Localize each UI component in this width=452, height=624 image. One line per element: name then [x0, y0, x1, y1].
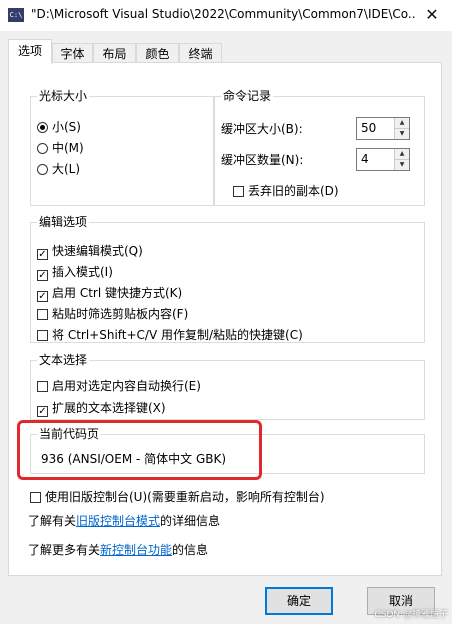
quick-edit-label: 快速编辑模式(Q): [52, 244, 143, 258]
options-panel: 光标大小 小(S) 中(M) 大(L) 命令记录 缓冲区大小(B): 50 ▲ ▼…: [8, 62, 442, 576]
extended-selection-label: 扩展的文本选择键(X): [52, 401, 166, 415]
buffer-count-value[interactable]: 4: [361, 152, 369, 166]
watermark: CSDN @神雅悟子: [374, 610, 448, 620]
ctrl-shift-cv-label: 将 Ctrl+Shift+C/V 用作复制/粘贴的快捷键(C): [52, 328, 303, 342]
console-app-icon: C:\: [8, 8, 24, 22]
new-features-link[interactable]: 新控制台功能: [100, 543, 172, 557]
legacy-info-prefix: 了解有关: [28, 514, 77, 528]
legacy-info-suffix: 的详细信息: [160, 514, 221, 528]
radio-medium-label: 中(M): [52, 141, 84, 155]
discard-duplicates-label: 丢弃旧的副本(D): [248, 184, 339, 198]
edit-options-legend: 编辑选项: [37, 215, 90, 229]
radio-medium-indicator[interactable]: [37, 143, 48, 154]
checkbox-unchecked-icon[interactable]: [233, 186, 244, 197]
checkbox-checked-icon[interactable]: ✓: [37, 291, 48, 302]
spin-up-icon[interactable]: ▲: [395, 149, 409, 159]
checkbox-checked-icon[interactable]: ✓: [37, 270, 48, 281]
buffer-size-value[interactable]: 50: [361, 121, 376, 135]
radio-small-label: 小(S): [52, 120, 81, 134]
checkbox-unchecked-icon[interactable]: [37, 330, 48, 341]
radio-medium[interactable]: 中(M): [37, 140, 84, 156]
buffer-count-label: 缓冲区数量(N):: [221, 153, 304, 167]
spin-up-icon[interactable]: ▲: [395, 118, 409, 128]
text-selection-group: 文本选择 启用对选定内容自动换行(E) ✓ 扩展的文本选择键(X): [30, 353, 425, 420]
checkbox-checked-icon[interactable]: ✓: [37, 249, 48, 260]
new-features-prefix: 了解更多有关: [28, 543, 101, 557]
legacy-info-text: 了解有关旧版控制台模式的详细信息: [28, 513, 220, 529]
radio-large-label: 大(L): [52, 162, 81, 176]
buffer-count-stepper[interactable]: 4 ▲ ▼: [356, 148, 410, 171]
insert-mode-checkbox[interactable]: ✓ 插入模式(I): [37, 264, 113, 281]
line-wrap-label: 启用对选定内容自动换行(E): [52, 379, 201, 393]
buffer-size-label: 缓冲区大小(B):: [221, 122, 303, 136]
legacy-console-label: 使用旧版控制台(U)(需要重新启动，影响所有控制台): [45, 490, 325, 504]
legacy-console-checkbox[interactable]: 使用旧版控制台(U)(需要重新启动，影响所有控制台): [30, 489, 325, 505]
discard-duplicates-checkbox[interactable]: 丢弃旧的副本(D): [233, 183, 339, 199]
line-wrap-checkbox[interactable]: 启用对选定内容自动换行(E): [37, 378, 201, 394]
tab-options[interactable]: 选项: [8, 39, 52, 64]
spin-down-icon[interactable]: ▼: [395, 128, 409, 139]
tab-colors[interactable]: 颜色: [136, 43, 179, 63]
legacy-mode-link[interactable]: 旧版控制台模式: [76, 514, 160, 528]
extended-selection-checkbox[interactable]: ✓ 扩展的文本选择键(X): [37, 400, 166, 417]
edit-options-group: 编辑选项 ✓ 快速编辑模式(Q) ✓ 插入模式(I) ✓ 启用 Ctrl 键快捷方式(…: [30, 215, 425, 343]
quick-edit-checkbox[interactable]: ✓ 快速编辑模式(Q): [37, 243, 143, 260]
new-features-info-text: 了解更多有关新控制台功能的信息: [28, 542, 208, 558]
text-selection-legend: 文本选择: [37, 353, 90, 367]
ok-button[interactable]: 确定: [265, 587, 333, 615]
filter-clipboard-checkbox[interactable]: 粘贴时筛选剪贴板内容(F): [37, 306, 188, 322]
command-history-group: 命令记录 缓冲区大小(B): 50 ▲ ▼ 缓冲区数量(N): 4 ▲ ▼ 丢弃旧的…: [214, 89, 425, 206]
checkbox-checked-icon[interactable]: ✓: [37, 406, 48, 417]
checkbox-unchecked-icon[interactable]: [37, 309, 48, 320]
radio-large-indicator[interactable]: [37, 164, 48, 175]
ctrl-shortcuts-label: 启用 Ctrl 键快捷方式(K): [52, 286, 183, 300]
filter-clipboard-label: 粘贴时筛选剪贴板内容(F): [52, 307, 189, 321]
radio-large[interactable]: 大(L): [37, 161, 80, 177]
title-bar: C:\ "D:\Microsoft Visual Studio\2022\Com…: [0, 0, 452, 31]
new-features-suffix: 的信息: [172, 543, 209, 557]
radio-small[interactable]: 小(S): [37, 119, 81, 135]
buffer-size-stepper[interactable]: 50 ▲ ▼: [356, 117, 410, 140]
window-title: "D:\Microsoft Visual Studio\2022\Communi…: [31, 7, 416, 21]
cursor-size-group: 光标大小 小(S) 中(M) 大(L): [30, 89, 214, 206]
ctrl-shortcuts-checkbox[interactable]: ✓ 启用 Ctrl 键快捷方式(K): [37, 285, 182, 302]
command-history-legend: 命令记录: [221, 89, 274, 103]
radio-small-indicator[interactable]: [37, 122, 48, 133]
checkbox-unchecked-icon[interactable]: [30, 492, 41, 503]
highlight-box: [17, 420, 262, 480]
ctrl-shift-cv-checkbox[interactable]: 将 Ctrl+Shift+C/V 用作复制/粘贴的快捷键(C): [37, 327, 303, 343]
insert-mode-label: 插入模式(I): [52, 265, 113, 279]
spin-down-icon[interactable]: ▼: [395, 159, 409, 170]
close-icon[interactable]: ✕: [418, 2, 446, 28]
checkbox-unchecked-icon[interactable]: [37, 381, 48, 392]
tab-terminal[interactable]: 终端: [179, 43, 222, 63]
tab-font[interactable]: 字体: [52, 43, 93, 63]
tab-layout[interactable]: 布局: [93, 43, 136, 63]
cursor-size-legend: 光标大小: [37, 89, 90, 103]
